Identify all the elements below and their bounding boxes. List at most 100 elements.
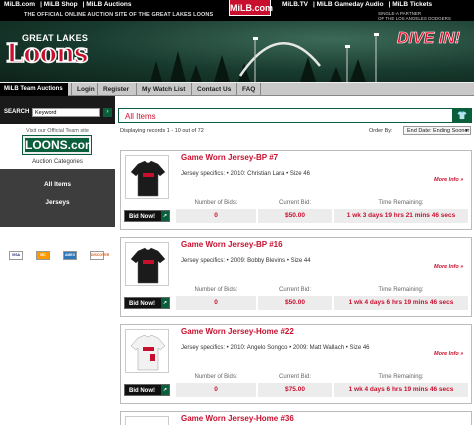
time-remaining: 1 wk 4 days 6 hrs 19 mins 46 secs: [334, 296, 468, 310]
team-auctions-button[interactable]: MiLB Team Auctions SELECT A TEAM: [0, 83, 68, 100]
current-bid: $50.00: [258, 296, 332, 310]
category-list: All Items Jerseys: [0, 169, 115, 227]
top-link-tv[interactable]: MiLB.TV: [282, 1, 308, 8]
time-remaining: 1 wk 3 days 19 hrs 21 mins 46 secs: [334, 209, 468, 223]
item-title[interactable]: Game Worn Jersey-Home #36: [181, 414, 294, 423]
slogan: DIVE IN!: [397, 30, 461, 48]
main-content: All Items 👕 Displaying records 1 - 10 ou…: [115, 96, 474, 425]
item-title[interactable]: Game Worn Jersey-Home #22: [181, 327, 294, 336]
current-bid: $75.00: [258, 383, 332, 397]
item-thumbnail[interactable]: [125, 329, 169, 373]
more-info-link[interactable]: More Info »: [434, 351, 463, 357]
item-specifics: Jersey specifics: • 2009: Bobby Blevins …: [181, 258, 311, 264]
bid-now-label: Bid Now!: [129, 301, 155, 307]
top-link-auctions[interactable]: MiLB Auctions: [86, 1, 131, 8]
item-thumbnail[interactable]: [125, 155, 169, 199]
auction-item: Game Worn Jersey-Home #22 Jersey specifi…: [120, 324, 472, 404]
main-nav: MiLB Team Auctions SELECT A TEAM Login R…: [0, 82, 474, 100]
jersey-image: [130, 160, 166, 197]
time-remaining: 1 wk 4 days 6 hrs 19 mins 46 secs: [334, 383, 468, 397]
bid-now-label: Bid Now!: [129, 388, 155, 394]
item-thumbnail[interactable]: [125, 242, 169, 286]
arrow-right-icon: »: [460, 351, 464, 357]
top-link-tickets[interactable]: MiLB Tickets: [392, 1, 432, 8]
current-bid-label: Current Bid:: [278, 374, 311, 380]
top-links-right: MiLB.TV | MiLB Gameday Audio | MiLB Ticket…: [282, 1, 433, 8]
bid-now-label: Bid Now!: [129, 214, 155, 220]
search-go-button[interactable]: ›: [103, 108, 112, 117]
top-link-shop[interactable]: MiLB Shop: [44, 1, 78, 8]
time-remaining-label: Time Remaining:: [378, 200, 424, 206]
top-link-milb[interactable]: MiLB.com: [4, 1, 35, 8]
categories-title: Auction Categories: [32, 159, 83, 165]
section-header: All Items 👕: [118, 108, 472, 123]
jersey-image: [130, 247, 166, 284]
bid-now-button[interactable]: Bid Now! ↗: [124, 297, 170, 309]
order-by-value: End Date: Ending Sooner: [407, 128, 470, 134]
category-jerseys[interactable]: Jerseys: [0, 199, 115, 206]
mastercard-icon: MC: [36, 251, 50, 260]
search-input[interactable]: [32, 108, 100, 117]
item-specifics: Jersey specifics: • 2010: Christian Lara…: [181, 171, 310, 177]
visa-icon: VISA: [9, 251, 23, 260]
auction-item: Game Worn Jersey-BP #7 Jersey specifics:…: [120, 150, 472, 230]
arrow-icon: ↗: [161, 385, 169, 395]
bids-label: Number of Bids:: [194, 287, 238, 293]
auction-item: Game Worn Jersey-Home #36: [120, 411, 472, 425]
shirt-icon: 👕: [452, 108, 472, 123]
more-info-link[interactable]: More Info »: [434, 177, 463, 183]
milb-logo[interactable]: MiLB.com: [229, 0, 273, 16]
arrow-icon: ↗: [161, 211, 169, 221]
arrow-icon: ↗: [161, 298, 169, 308]
bid-count: 0: [176, 383, 256, 397]
bid-now-button[interactable]: Bid Now! ↗: [124, 210, 170, 222]
more-info-label: More Info: [434, 351, 459, 357]
item-title[interactable]: Game Worn Jersey-BP #16: [181, 240, 283, 249]
team-site-logo[interactable]: LOONS.com: [22, 135, 96, 155]
bids-label: Number of Bids:: [194, 374, 238, 380]
team-logo[interactable]: Loons: [5, 38, 89, 70]
jersey-image: [130, 334, 166, 371]
current-bid-label: Current Bid:: [278, 200, 311, 206]
search-label: SEARCH: [4, 109, 30, 115]
item-specifics: Jersey specifics: • 2010: Angelo Songco …: [181, 345, 370, 351]
amex-icon: AMEX: [63, 251, 77, 260]
current-bid-label: Current Bid:: [278, 287, 311, 293]
current-bid: $50.00: [258, 209, 332, 223]
order-by-select[interactable]: End Date: Ending Sooner ▾: [403, 126, 471, 135]
sidebar: SEARCH › Visit our Official Team site LO…: [0, 96, 115, 425]
bids-label: Number of Bids:: [194, 200, 238, 206]
category-all-items[interactable]: All Items: [0, 181, 115, 188]
sidebar-panel: Visit our Official Team site LOONS.com A…: [0, 124, 115, 425]
top-link-gameday-audio[interactable]: MiLB Gameday Audio: [317, 1, 384, 8]
more-info-label: More Info: [434, 177, 459, 183]
nav-login[interactable]: Login: [71, 83, 100, 96]
time-remaining-label: Time Remaining:: [378, 374, 424, 380]
more-info-link[interactable]: More Info »: [434, 264, 463, 270]
visit-team-site-text: Visit our Official Team site: [26, 128, 89, 134]
page-title: All Items: [125, 112, 156, 121]
item-thumbnail[interactable]: [125, 416, 169, 425]
arrow-right-icon: ›: [106, 109, 109, 115]
team-banner: GREAT LAKES Loons DIVE IN!: [0, 21, 474, 82]
tagline: THE OFFICIAL ONLINE AUCTION SITE OF THE …: [24, 12, 214, 18]
nav-watch-list[interactable]: My Watch List: [136, 83, 190, 96]
time-remaining-label: Time Remaining:: [378, 287, 424, 293]
order-by-label: Order By:: [369, 128, 393, 134]
discover-icon: DISCOVER: [90, 251, 109, 260]
bid-count: 0: [176, 209, 256, 223]
bid-now-button[interactable]: Bid Now! ↗: [124, 384, 170, 396]
nav-register[interactable]: Register: [97, 83, 134, 96]
records-count: Displaying records 1 - 10 out of 72: [120, 128, 204, 134]
auction-item: Game Worn Jersey-BP #16 Jersey specifics…: [120, 237, 472, 317]
arrow-right-icon: »: [460, 264, 464, 270]
affiliate-note: SINGLE-A PARTNER OF THE LOS ANGELES DODG…: [378, 10, 451, 21]
search-bar: SEARCH ›: [0, 108, 115, 118]
nav-faq[interactable]: FAQ: [236, 83, 262, 96]
item-title[interactable]: Game Worn Jersey-BP #7: [181, 153, 278, 162]
bid-count: 0: [176, 296, 256, 310]
arrow-right-icon: »: [460, 177, 464, 183]
nav-contact-us[interactable]: Contact Us: [191, 83, 236, 96]
chevron-down-icon: ▾: [465, 128, 468, 134]
more-info-label: More Info: [434, 264, 459, 270]
